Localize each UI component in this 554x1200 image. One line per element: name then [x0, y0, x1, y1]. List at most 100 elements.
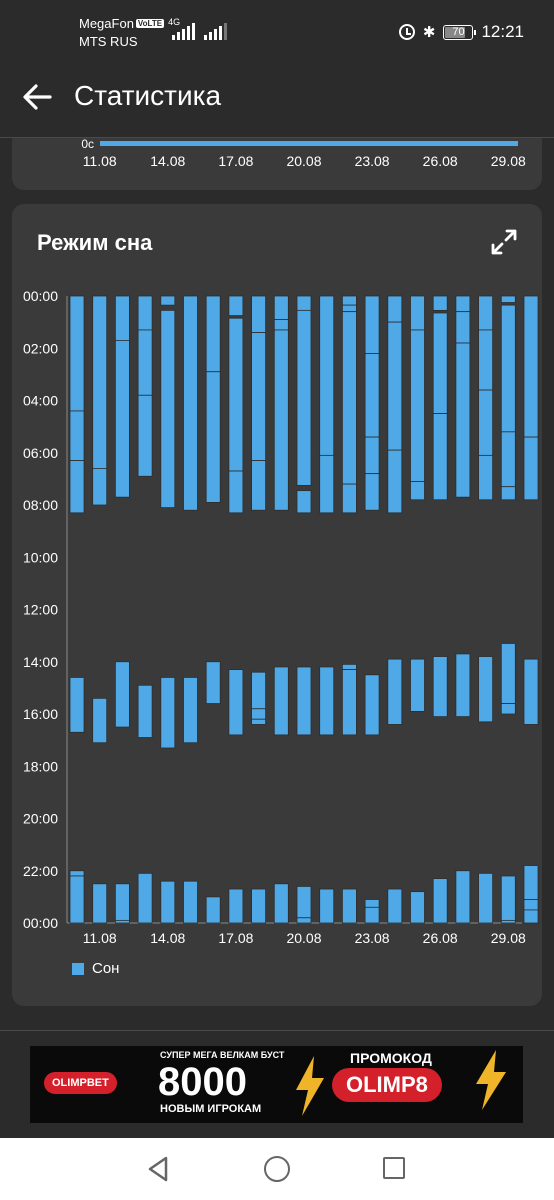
sleep-bar: [455, 295, 471, 313]
sleep-bar: [296, 886, 312, 919]
page-title: Статистика: [74, 80, 222, 111]
sleep-bar: [273, 883, 289, 924]
previous-chart-bars: [100, 141, 518, 146]
sleep-bar: [364, 899, 380, 908]
sleep-bar: [228, 888, 244, 924]
y-tick-label: 00:00: [23, 915, 58, 931]
nav-recent-icon[interactable]: [383, 1157, 405, 1179]
lightning-icon: [296, 1056, 324, 1116]
sleep-bar: [364, 436, 380, 475]
sleep-bar: [296, 295, 312, 311]
sleep-bar: [69, 295, 85, 412]
sleep-bar: [387, 295, 403, 323]
sleep-bar: [205, 661, 221, 704]
sleep-bar: [500, 431, 516, 488]
sleep-bar: [523, 436, 539, 501]
sleep-bar: [296, 917, 312, 924]
sleep-bar: [115, 919, 130, 924]
sleep-bar: [183, 677, 198, 744]
sleep-bar: [115, 295, 130, 341]
nav-back-icon[interactable]: [146, 1156, 172, 1182]
previous-x-tick-label: 26.08: [423, 153, 458, 169]
sleep-bar: [500, 304, 516, 433]
sleep-bar: [500, 486, 516, 501]
sleep-bar: [341, 295, 357, 306]
status-right: ✱ 70 12:21: [398, 22, 524, 42]
sleep-bar: [160, 295, 176, 306]
previous-chart: 0c 11.08 14.08 17.08 20.08 23.08 26.08 29.08: [81, 138, 526, 169]
system-nav-bar: [0, 1138, 554, 1200]
previous-x-tick-label: 20.08: [286, 153, 321, 169]
sleep-bar: [341, 669, 357, 736]
sleep-bar: [500, 919, 516, 924]
sleep-bar: [455, 311, 471, 344]
x-tick-label: 11.08: [83, 930, 117, 946]
arrow-left-icon[interactable]: [20, 80, 54, 114]
ad-top-line: СУПЕР МЕГА ВЕЛКАМ БУСТ: [160, 1050, 285, 1060]
sleep-bar: [364, 674, 380, 736]
sleep-bar: [251, 888, 267, 924]
ad-sub-line: НОВЫМ ИГРОКАМ: [160, 1103, 262, 1115]
sleep-bar: [228, 295, 244, 316]
x-tick-label: 23.08: [355, 930, 390, 946]
sleep-bar: [319, 295, 335, 456]
volte-badge: VoLTE: [135, 19, 165, 28]
battery-icon: 70: [443, 24, 477, 40]
sleep-bar: [478, 454, 494, 501]
sleep-bar: [251, 460, 267, 511]
sleep-bar: [341, 304, 357, 313]
legend-label: Сон: [92, 960, 120, 977]
sleep-bar: [410, 481, 425, 501]
sleep-bar: [432, 413, 448, 501]
sleep-bar: [455, 342, 471, 498]
previous-x-tick-label: 23.08: [355, 153, 390, 169]
sleep-bar: [92, 295, 108, 469]
sleep-bar: [500, 295, 516, 303]
sleep-bar: [341, 888, 357, 924]
sleep-bar: [341, 311, 357, 485]
sleep-bar: [273, 329, 289, 511]
sleep-bar: [205, 371, 221, 503]
battery-level: 70: [452, 26, 465, 38]
sleep-bar: [387, 658, 403, 725]
sleep-bar: [500, 643, 516, 704]
nav-home-icon[interactable]: [264, 1156, 290, 1182]
sleep-bar: [364, 473, 380, 511]
previous-x-tick-label: 11.08: [83, 153, 117, 169]
sleep-bar: [137, 684, 153, 738]
sleep-bar: [115, 883, 130, 921]
sleep-bar: [410, 891, 425, 924]
sleep-bar: [500, 875, 516, 921]
sleep-bar: [137, 872, 153, 924]
sleep-bar: [228, 669, 244, 736]
x-tick-label: 20.08: [286, 930, 321, 946]
sleep-bar: [432, 295, 448, 311]
sleep-bar: [296, 490, 312, 514]
sleep-bar: [478, 656, 494, 723]
y-tick-label: 10:00: [23, 549, 58, 565]
sleep-bar: [296, 666, 312, 736]
bluetooth-icon: ✱: [422, 24, 436, 41]
sleep-bar: [432, 312, 448, 414]
sleep-bar: [228, 317, 244, 472]
scroll-content[interactable]: 0c 11.08 14.08 17.08 20.08 23.08 26.08 29.08 Ре…: [0, 138, 554, 1030]
sleep-card: Режим сна 00:00 02:00 04:00 06:00 08:00 10:00…: [12, 204, 542, 1006]
sleep-bar: [478, 389, 494, 456]
carrier-primary-name: MegaFon: [79, 16, 134, 31]
sleep-bar: [410, 658, 425, 712]
sleep-bar: [455, 653, 471, 718]
sleep-bar: [273, 295, 289, 320]
sleep-bar: [137, 394, 153, 477]
ad-brand-logo: OLIMPBET: [44, 1072, 117, 1094]
sleep-bar: [432, 878, 448, 924]
ad-banner[interactable]: OLIMPBET СУПЕР МЕГА ВЕЛКАМ БУСТ 8000 НОВ…: [30, 1046, 523, 1123]
y-tick-label: 04:00: [23, 393, 58, 409]
sleep-bar: [251, 332, 267, 461]
previous-x-tick-label: 14.08: [150, 153, 185, 169]
sleep-bar: [410, 295, 425, 331]
sleep-bar: [410, 329, 425, 482]
x-tick-label: 14.08: [150, 930, 185, 946]
sleep-bar: [523, 658, 539, 725]
sleep-bar: [183, 295, 198, 511]
sleep-bar: [183, 880, 198, 924]
